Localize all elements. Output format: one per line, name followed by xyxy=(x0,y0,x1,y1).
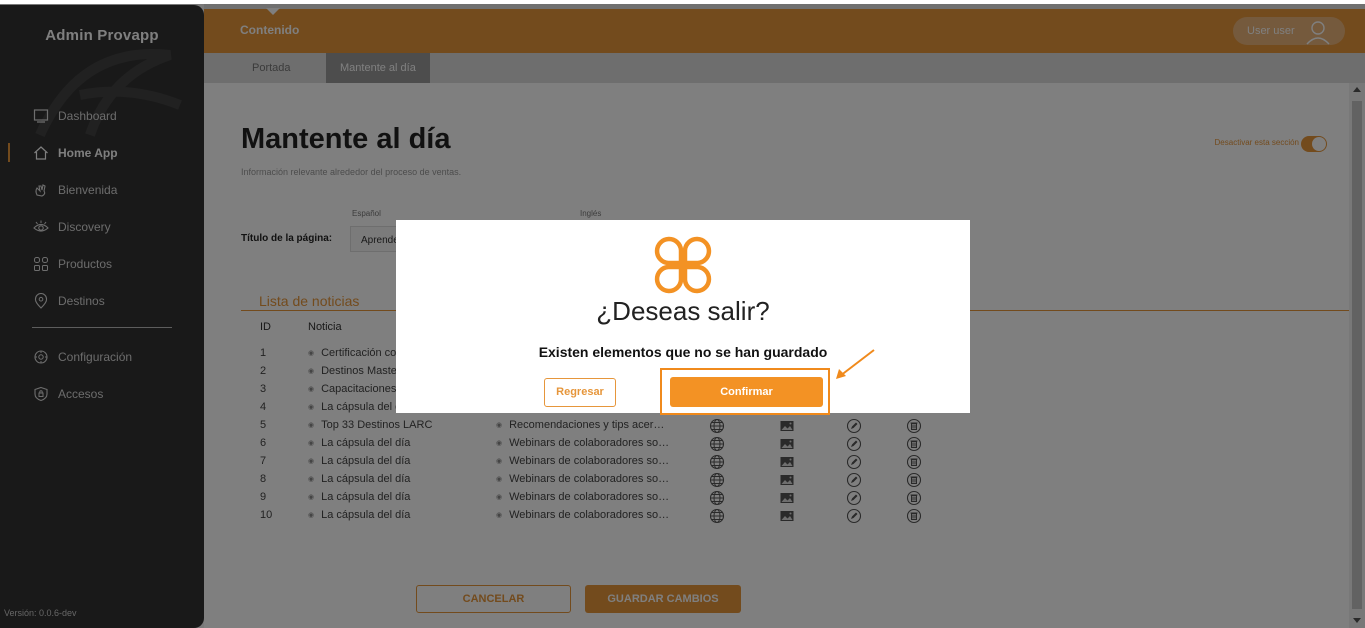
window-top-edge xyxy=(0,0,1365,4)
back-button[interactable]: Regresar xyxy=(544,378,616,407)
annotation-arrow-icon xyxy=(836,349,875,379)
confirm-button[interactable]: Confirmar xyxy=(670,377,823,407)
dialog-title: ¿Deseas salir? xyxy=(596,296,770,326)
app-root: Admin Provapp Dashboard Home App Bienven… xyxy=(0,0,1365,628)
exit-confirm-dialog: ¿Deseas salir? Existen elementos que no … xyxy=(396,220,970,415)
dialog-message: Existen elementos que no se han guardado xyxy=(538,344,828,360)
clover-logo-icon xyxy=(654,236,712,294)
